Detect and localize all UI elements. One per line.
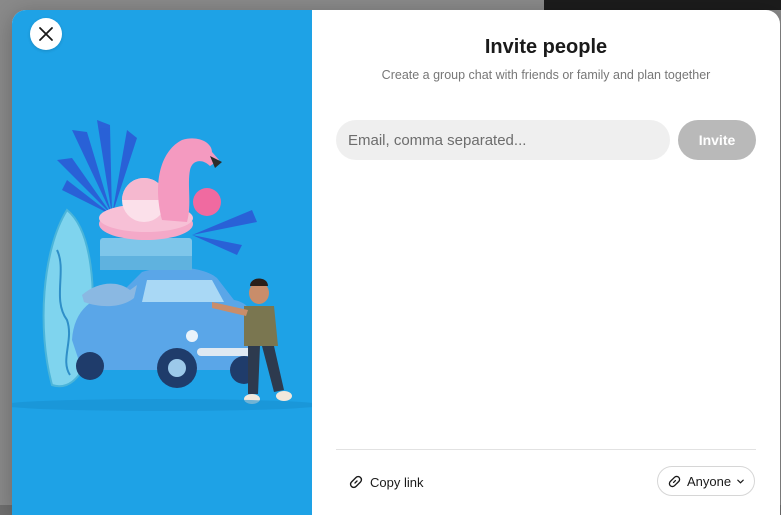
link-icon xyxy=(668,475,681,487)
invite-panel: Invite people Create a group chat with f… xyxy=(312,10,780,515)
close-icon xyxy=(39,27,53,41)
copy-link-label: Copy link xyxy=(370,474,424,490)
link-icon xyxy=(349,475,363,489)
footer-divider xyxy=(336,449,756,450)
hero-illustration-art xyxy=(12,120,312,411)
invite-button[interactable]: Invite xyxy=(678,120,756,160)
dialog-subtitle: Create a group chat with friends or fami… xyxy=(381,68,711,82)
link-access-dropdown[interactable]: Anyone xyxy=(657,466,755,496)
backdrop-dark-region xyxy=(544,0,781,10)
link-access-label: Anyone xyxy=(686,473,732,489)
dialog-title: Invite people xyxy=(484,36,608,58)
invite-dialog: Invite people Create a group chat with f… xyxy=(12,10,780,515)
email-input[interactable] xyxy=(336,120,670,160)
copy-link-button[interactable]: Copy link xyxy=(348,472,423,492)
chevron-down-icon xyxy=(737,479,744,484)
hero-illustration xyxy=(12,10,312,515)
close-button[interactable] xyxy=(30,18,62,50)
